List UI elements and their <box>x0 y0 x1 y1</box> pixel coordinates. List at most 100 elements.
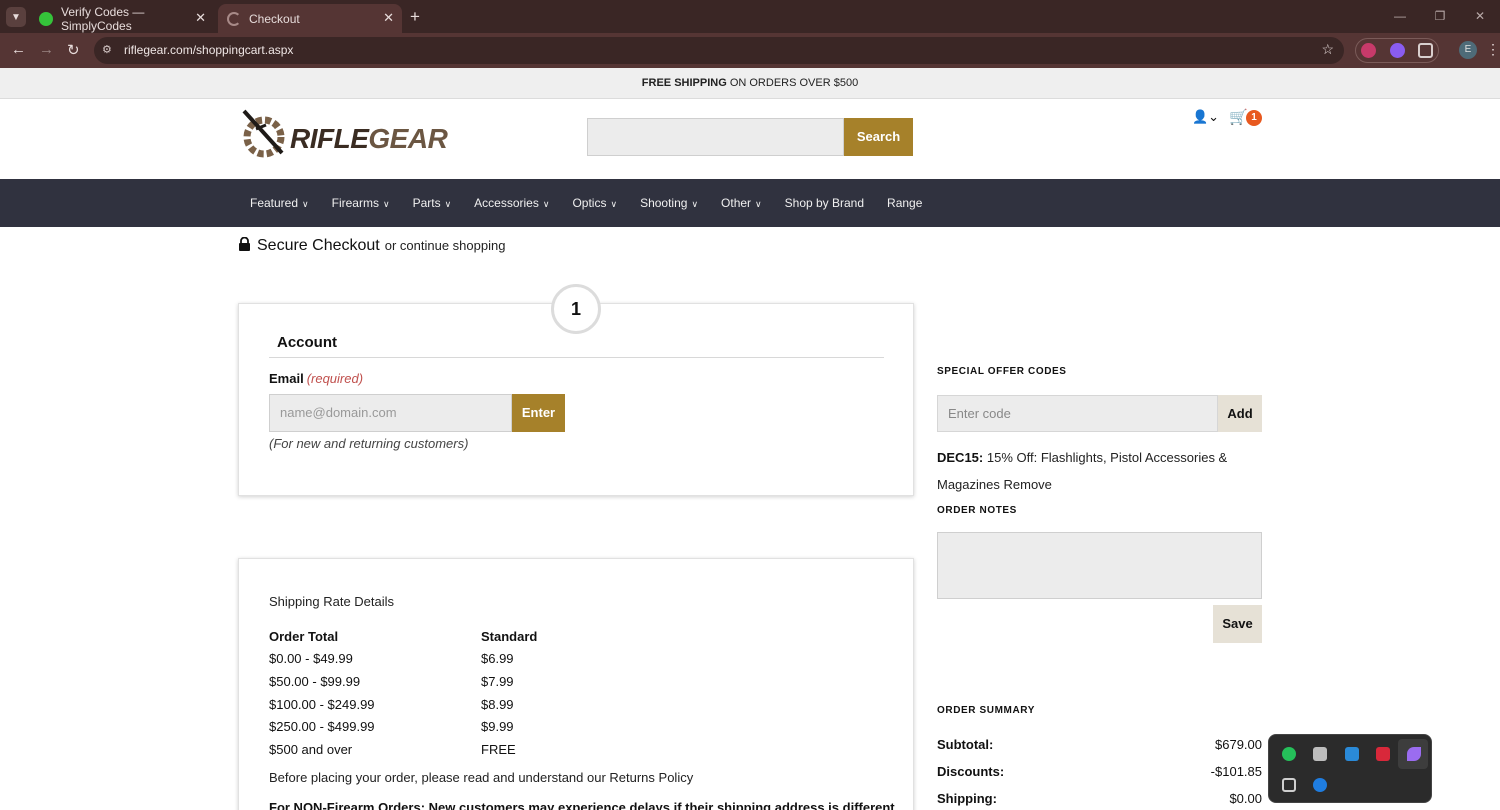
whatsapp-icon[interactable] <box>1282 747 1296 761</box>
table-header-cell: Order Total <box>269 628 339 644</box>
email-label: Email (required) <box>269 371 363 386</box>
nav-item-firearms[interactable]: Firearms ∨ <box>332 196 390 210</box>
nav-item-label: Firearms <box>331 196 379 210</box>
window-controls: — ❐ ✕ <box>1380 0 1500 33</box>
nav-list: Featured ∨ Firearms ∨ Parts ∨ Accessories ∨ Opti… <box>250 179 945 227</box>
table-cell: $6.99 <box>481 651 514 667</box>
nav-item-label: Optics <box>572 196 607 210</box>
riflegear-logo[interactable]: RIFLEGEAR <box>240 107 450 162</box>
close-icon[interactable]: ✕ <box>195 10 206 26</box>
minimize-icon[interactable]: — <box>1380 0 1420 33</box>
shipping-rate-table: Order Total Standard $0.00 - $49.99 $6.99 $5… <box>269 625 537 761</box>
puzzle-extensions-icon[interactable] <box>1418 43 1433 58</box>
nav-item-accessories[interactable]: Accessories ∨ <box>474 196 549 210</box>
cart-count-badge[interactable]: 1 <box>1246 110 1262 126</box>
browser-tab-bar: ▼ Verify Codes — SimplyCodes ✕ Checkout … <box>0 0 1500 33</box>
simplycodes-favicon-icon <box>39 11 53 26</box>
add-code-button[interactable]: Add <box>1218 395 1262 432</box>
table-row: $250.00 - $499.99 $9.99 <box>269 715 537 738</box>
amd-icon[interactable] <box>1376 747 1390 761</box>
email-field[interactable]: name@domain.com <box>269 394 512 432</box>
table-cell: FREE <box>481 741 516 757</box>
nav-item-label: Parts <box>412 196 441 210</box>
chevron-down-icon: ∨ <box>382 199 390 209</box>
promo-rest: ON ORDERS OVER $500 <box>726 77 859 89</box>
enter-button[interactable]: Enter <box>512 394 565 432</box>
offer-code-input[interactable]: Enter code <box>937 395 1218 432</box>
email-help-text: (For new and returning customers) <box>269 436 469 451</box>
site-header: RIFLEGEAR Search 👤⌄ 🛒 1 <box>0 99 1500 179</box>
forward-arrow-icon[interactable]: → <box>39 41 54 58</box>
account-title: Account <box>277 334 337 351</box>
applied-offer: DEC15: 15% Off: Flashlights, Pistol Acce… <box>937 444 1257 498</box>
order-notes-heading: ORDER NOTES <box>937 505 1017 516</box>
nav-item-shop-by-brand[interactable]: Shop by Brand <box>785 196 864 210</box>
summary-value: $0.00 <box>1229 791 1262 806</box>
account-menu-icon[interactable]: 👤⌄ <box>1192 109 1219 125</box>
nav-item-optics[interactable]: Optics ∨ <box>572 196 617 210</box>
bookmark-star-icon[interactable]: ☆ <box>1321 41 1334 58</box>
summary-subtotal: Subtotal: $679.00 <box>937 737 1262 752</box>
nav-item-shooting[interactable]: Shooting ∨ <box>640 196 698 210</box>
tab-title: Verify Codes — SimplyCodes <box>61 4 145 33</box>
shopping-cart-icon[interactable]: 🛒 <box>1229 108 1248 126</box>
chevron-down-icon: ∨ <box>542 199 550 209</box>
nav-item-featured[interactable]: Featured ∨ <box>250 196 309 210</box>
step-number-badge: 1 <box>551 284 601 334</box>
order-summary-heading: ORDER SUMMARY <box>937 705 1035 716</box>
free-shipping-banner: FREE SHIPPING ON ORDERS OVER $500 <box>0 68 1500 99</box>
table-cell: $250.00 - $499.99 <box>269 719 375 735</box>
more-menu-icon[interactable]: ⋮ <box>1486 41 1500 58</box>
chevron-down-icon: ∨ <box>302 199 309 209</box>
nav-item-range[interactable]: Range <box>887 196 922 210</box>
simplycodes-extension-icon[interactable] <box>1390 43 1405 58</box>
lock-icon <box>239 237 250 251</box>
feather-app-icon[interactable] <box>1407 747 1421 761</box>
security-warning-icon[interactable] <box>1345 747 1359 761</box>
site-search-input[interactable] <box>587 118 844 156</box>
shipping-rates-card: Shipping Rate Details Order Total Standar… <box>238 558 914 810</box>
email-label-text: Email <box>269 371 304 386</box>
tab-title: Checkout <box>249 11 300 26</box>
logo-gear-text: GEAR <box>368 123 448 154</box>
back-arrow-icon[interactable]: ← <box>11 41 26 58</box>
site-settings-icon[interactable]: ⚙ <box>102 43 116 57</box>
reload-icon[interactable]: ↻ <box>67 41 80 59</box>
table-cell: $100.00 - $249.99 <box>269 696 375 712</box>
tab-search-icon[interactable]: ▼ <box>6 7 26 27</box>
table-row: $50.00 - $99.99 $7.99 <box>269 670 537 693</box>
remove-code-link[interactable]: Remove <box>1004 477 1052 492</box>
nav-item-parts[interactable]: Parts ∨ <box>413 196 452 210</box>
table-row: $100.00 - $249.99 $8.99 <box>269 693 537 716</box>
new-tab-plus-icon[interactable]: + <box>410 7 420 27</box>
summary-label: Discounts: <box>937 764 1005 779</box>
shield-extension-icon[interactable] <box>1361 43 1376 58</box>
window-close-icon[interactable]: ✕ <box>1460 0 1500 33</box>
chevron-down-icon: ∨ <box>444 199 452 209</box>
nav-item-label: Range <box>887 196 923 210</box>
table-header-cell: Standard <box>481 628 538 644</box>
usb-drive-icon[interactable] <box>1282 778 1296 792</box>
search-button[interactable]: Search <box>844 118 913 156</box>
tab-verify-codes[interactable]: Verify Codes — SimplyCodes ✕ <box>30 4 214 33</box>
tab-checkout[interactable]: Checkout ✕ <box>218 4 402 33</box>
profile-avatar[interactable]: E <box>1459 41 1477 59</box>
url-text: riflegear.com/shoppingcart.aspx <box>124 43 294 57</box>
chevron-down-icon: ∨ <box>610 199 618 209</box>
continue-shopping-link[interactable]: or continue shopping <box>385 238 506 253</box>
extensions-group <box>1355 38 1439 63</box>
bluetooth-icon[interactable] <box>1313 778 1327 792</box>
nav-item-other[interactable]: Other ∨ <box>721 196 762 210</box>
save-notes-button[interactable]: Save <box>1213 605 1262 643</box>
restore-icon[interactable]: ❐ <box>1420 0 1460 33</box>
required-hint: (required) <box>306 371 364 386</box>
close-icon[interactable]: ✕ <box>383 10 394 26</box>
returns-policy-text[interactable]: Before placing your order, please read a… <box>269 770 693 785</box>
address-bar[interactable]: ⚙ riflegear.com/shoppingcart.aspx ☆ <box>94 37 1344 64</box>
non-firearm-warning: For NON-Firearm Orders: New customers ma… <box>269 800 895 810</box>
table-cell: $50.00 - $99.99 <box>269 673 361 689</box>
nav-item-label: Shooting <box>640 196 688 210</box>
order-notes-textarea[interactable] <box>937 532 1262 599</box>
notepad-icon[interactable] <box>1313 747 1327 761</box>
nav-item-label: Featured <box>250 196 299 210</box>
